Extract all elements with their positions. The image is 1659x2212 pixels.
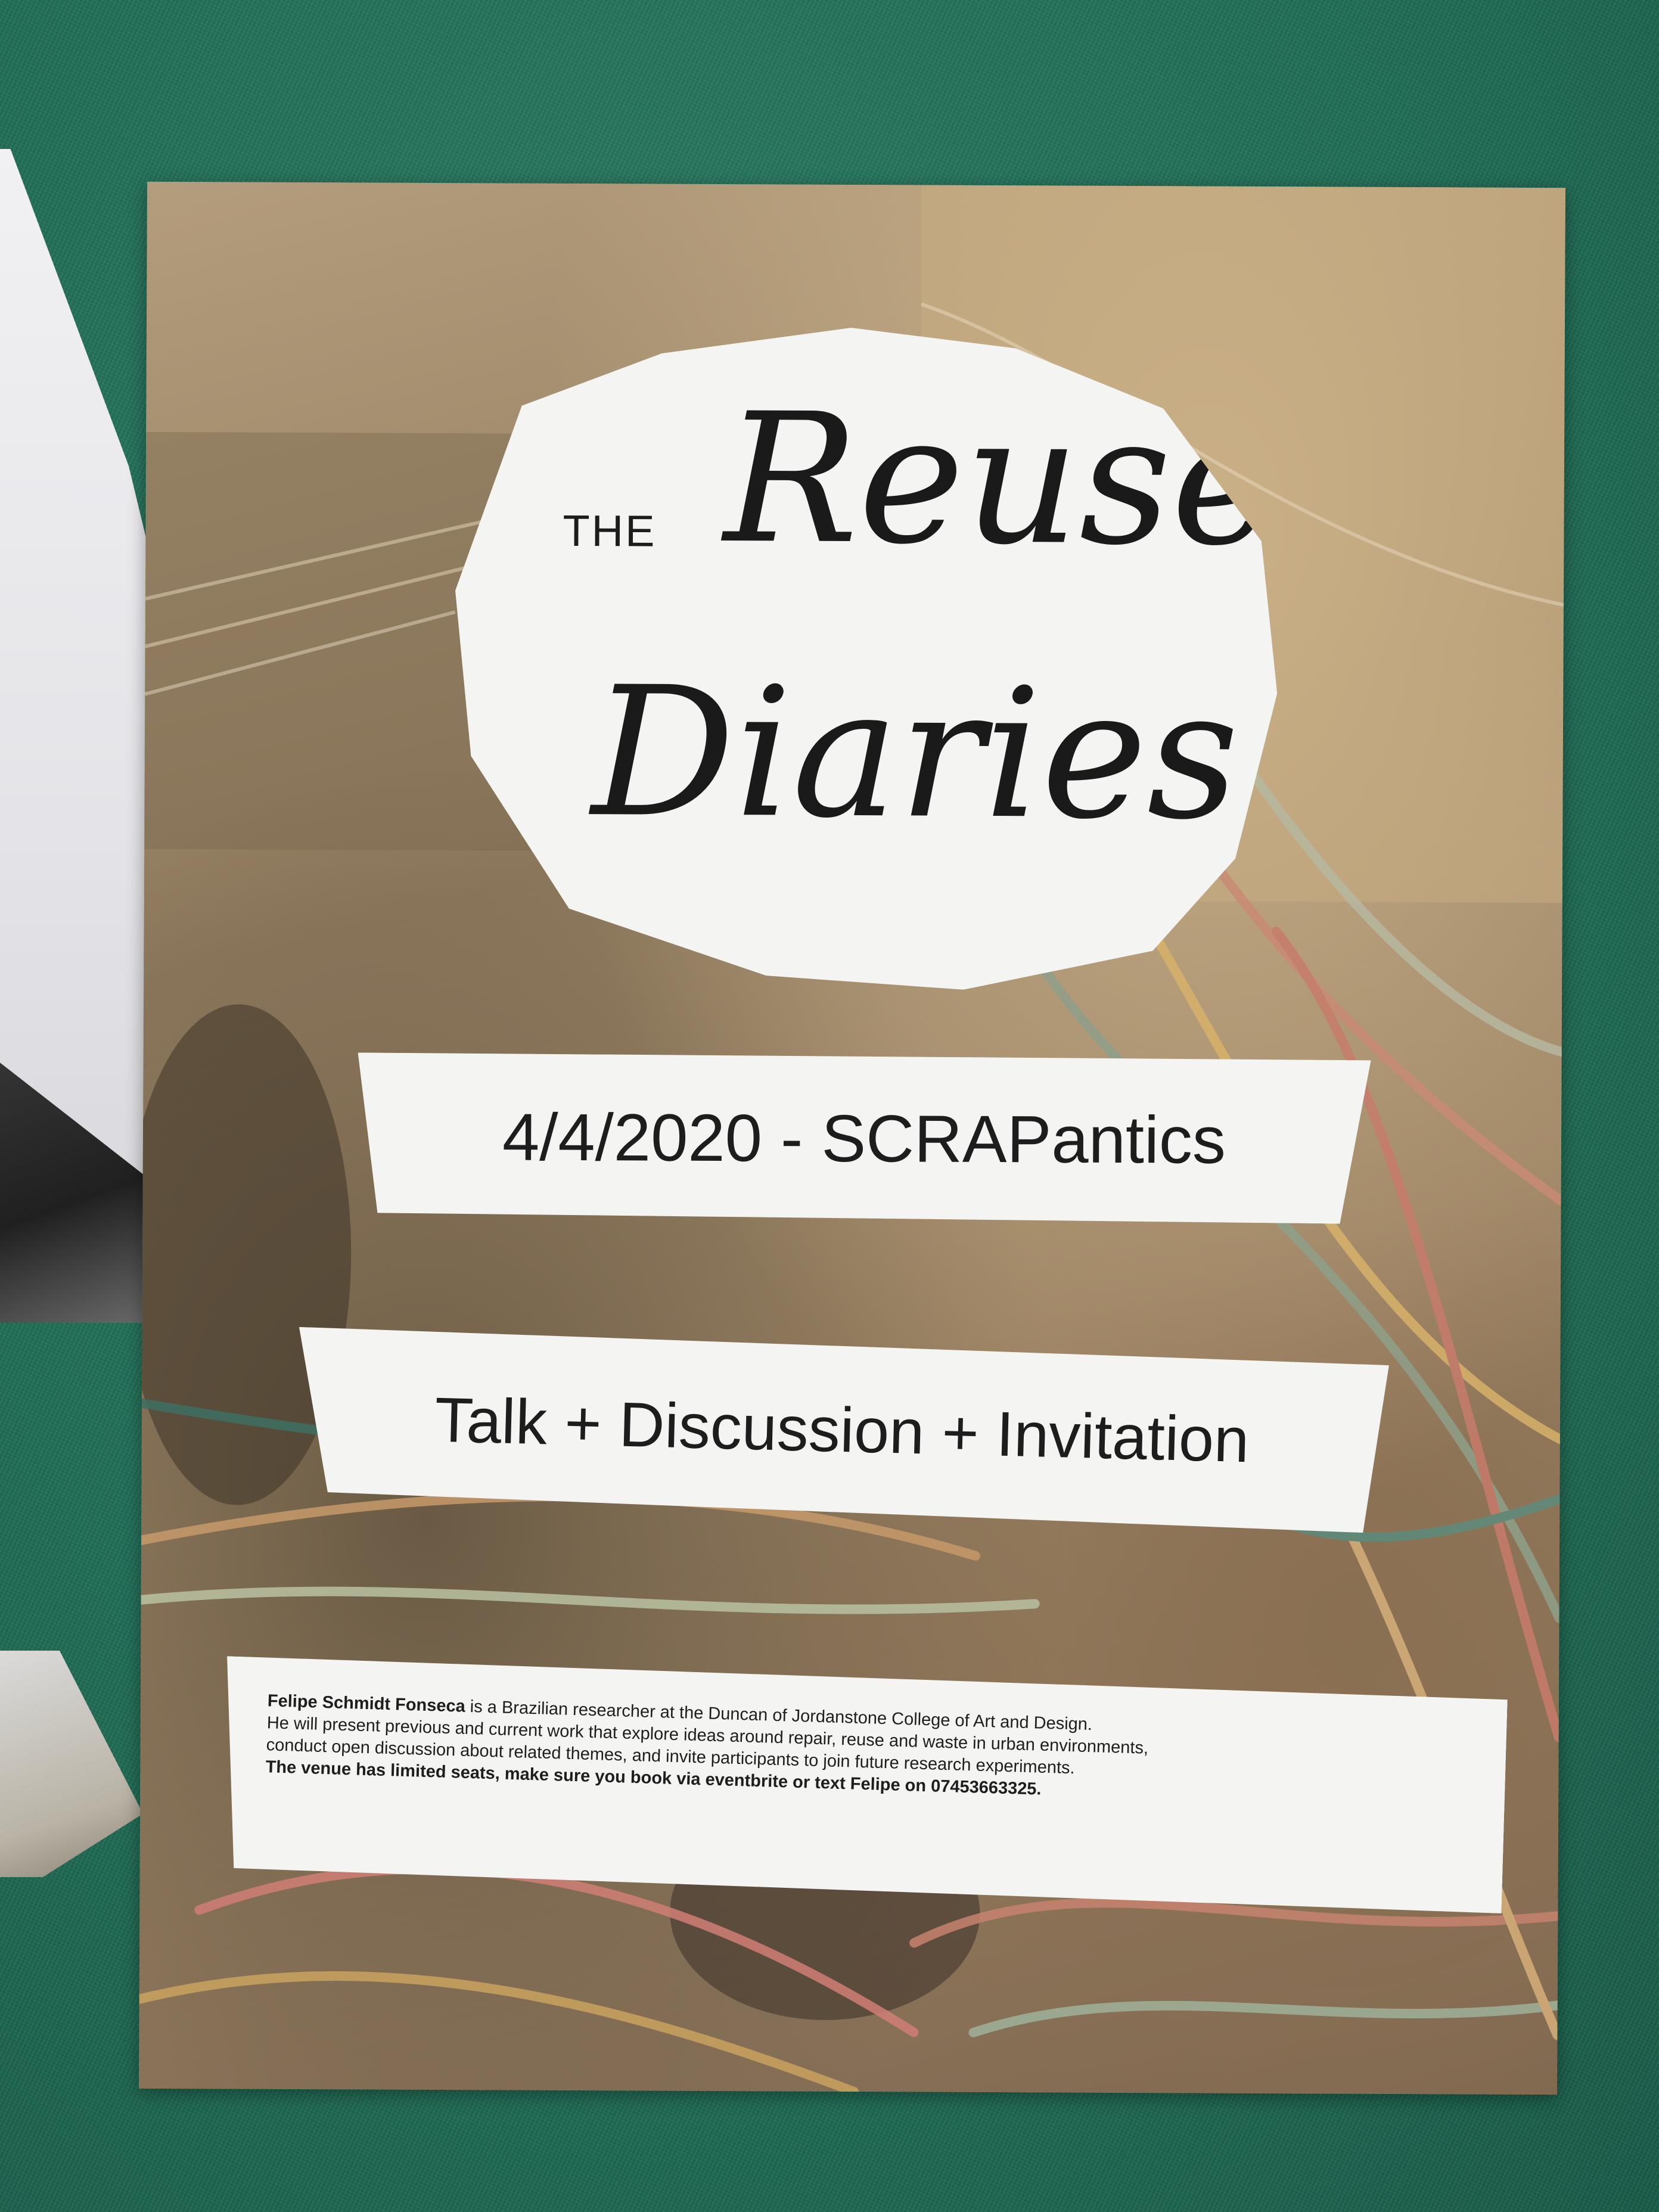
title-cutout: THE Reuse Diaries: [453, 326, 1279, 991]
event-poster: THE Reuse Diaries 4/4/2020 - SCRAPantics…: [139, 181, 1565, 2095]
date-venue-strip: 4/4/2020 - SCRAPantics: [357, 1052, 1371, 1223]
date-venue-text: 4/4/2020 - SCRAPantics: [502, 1099, 1226, 1178]
title-diaries: Diaries: [591, 648, 1239, 859]
speaker-name: Felipe Schmidt Fonseca: [267, 1691, 466, 1716]
event-format-text: Talk + Discussion + Invitation: [434, 1384, 1250, 1475]
title-the: THE: [563, 505, 657, 556]
